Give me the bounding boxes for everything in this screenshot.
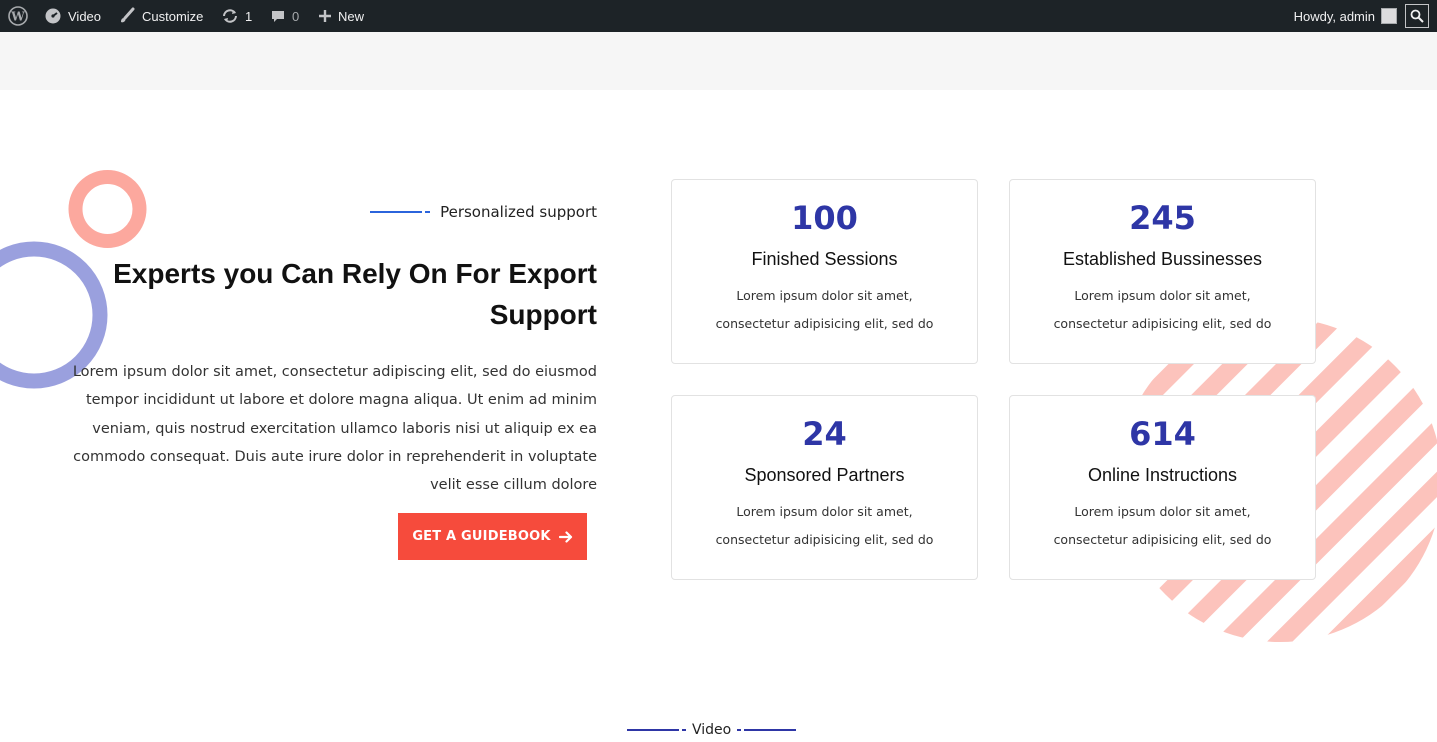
updates-count: 1 xyxy=(245,8,253,24)
eyebrow-label: Personalized support xyxy=(440,203,597,221)
updates-menu[interactable]: 1 xyxy=(221,0,252,32)
stat-title: Established Bussinesses xyxy=(1062,249,1263,269)
comments-menu[interactable]: 0 xyxy=(270,0,299,32)
stat-card-online-instructions: 614 Online Instructions Lorem ipsum dolo… xyxy=(1009,395,1316,580)
stat-description: Lorem ipsum dolor sit amet, consectetur … xyxy=(715,288,934,331)
section-eyebrow: Personalized support xyxy=(370,203,597,221)
eyebrow-line-right xyxy=(737,729,797,731)
customize-menu[interactable]: Customize xyxy=(118,0,203,32)
stat-card-sponsored-partners: 24 Sponsored Partners Lorem ipsum dolor … xyxy=(671,395,978,580)
title-line-1: Experts you Can Rely On For Export xyxy=(113,258,597,289)
stat-title: Online Instructions xyxy=(1087,465,1238,485)
stat-number: 245 xyxy=(1129,199,1196,237)
stat-description: Lorem ipsum dolor sit amet, consectetur … xyxy=(1053,504,1272,547)
svg-text:W: W xyxy=(10,10,25,24)
site-header xyxy=(0,32,1437,90)
new-label: New xyxy=(338,8,365,24)
paintbrush-icon xyxy=(121,7,135,23)
eyebrow-line-left xyxy=(627,729,686,731)
video-section-label: Video xyxy=(692,722,732,738)
title-line-2: Support xyxy=(489,299,597,330)
plus-icon xyxy=(319,10,331,22)
comments-count: 0 xyxy=(292,8,300,24)
site-name-label: Video xyxy=(68,8,102,24)
updates-icon xyxy=(223,9,237,23)
stat-card-established-businesses: 245 Established Bussinesses Lorem ipsum … xyxy=(1009,179,1316,364)
cta-label: GET A GUIDEBOOK xyxy=(412,529,551,544)
new-content-menu[interactable]: New xyxy=(318,0,364,32)
wordpress-logo-icon[interactable]: W xyxy=(8,0,28,32)
eyebrow-line-decoration xyxy=(370,211,431,213)
stat-description: Lorem ipsum dolor sit amet, consectetur … xyxy=(715,504,934,547)
stat-number: 100 xyxy=(791,199,858,237)
stat-title: Sponsored Partners xyxy=(744,465,905,485)
my-account-menu[interactable]: Howdy, admin xyxy=(1294,0,1397,32)
dashboard-icon xyxy=(45,8,61,24)
admin-search-button[interactable] xyxy=(1405,4,1429,28)
stat-number: 614 xyxy=(1129,415,1196,453)
stat-title: Finished Sessions xyxy=(751,249,898,269)
customize-label: Customize xyxy=(142,8,204,24)
arrow-right-icon xyxy=(558,530,572,543)
section-body-text: Lorem ipsum dolor sit amet, consectetur … xyxy=(72,364,597,494)
site-name-menu[interactable]: Video xyxy=(44,0,101,32)
stat-card-finished-sessions: 100 Finished Sessions Lorem ipsum dolor … xyxy=(671,179,978,364)
comment-icon xyxy=(272,11,284,22)
search-icon xyxy=(1410,9,1424,23)
stat-number: 24 xyxy=(802,415,847,453)
video-section-eyebrow: Video xyxy=(627,722,797,738)
greeting-label: Howdy, admin xyxy=(1293,8,1375,24)
get-guidebook-button[interactable]: GET A GUIDEBOOK xyxy=(398,513,587,560)
stat-description: Lorem ipsum dolor sit amet, consectetur … xyxy=(1053,288,1272,331)
admin-bar: W Video Customize 1 0 New Howdy, admin xyxy=(0,0,1437,32)
avatar xyxy=(1381,8,1397,24)
section-title: Experts you Can Rely On For Export Suppo… xyxy=(77,253,597,335)
